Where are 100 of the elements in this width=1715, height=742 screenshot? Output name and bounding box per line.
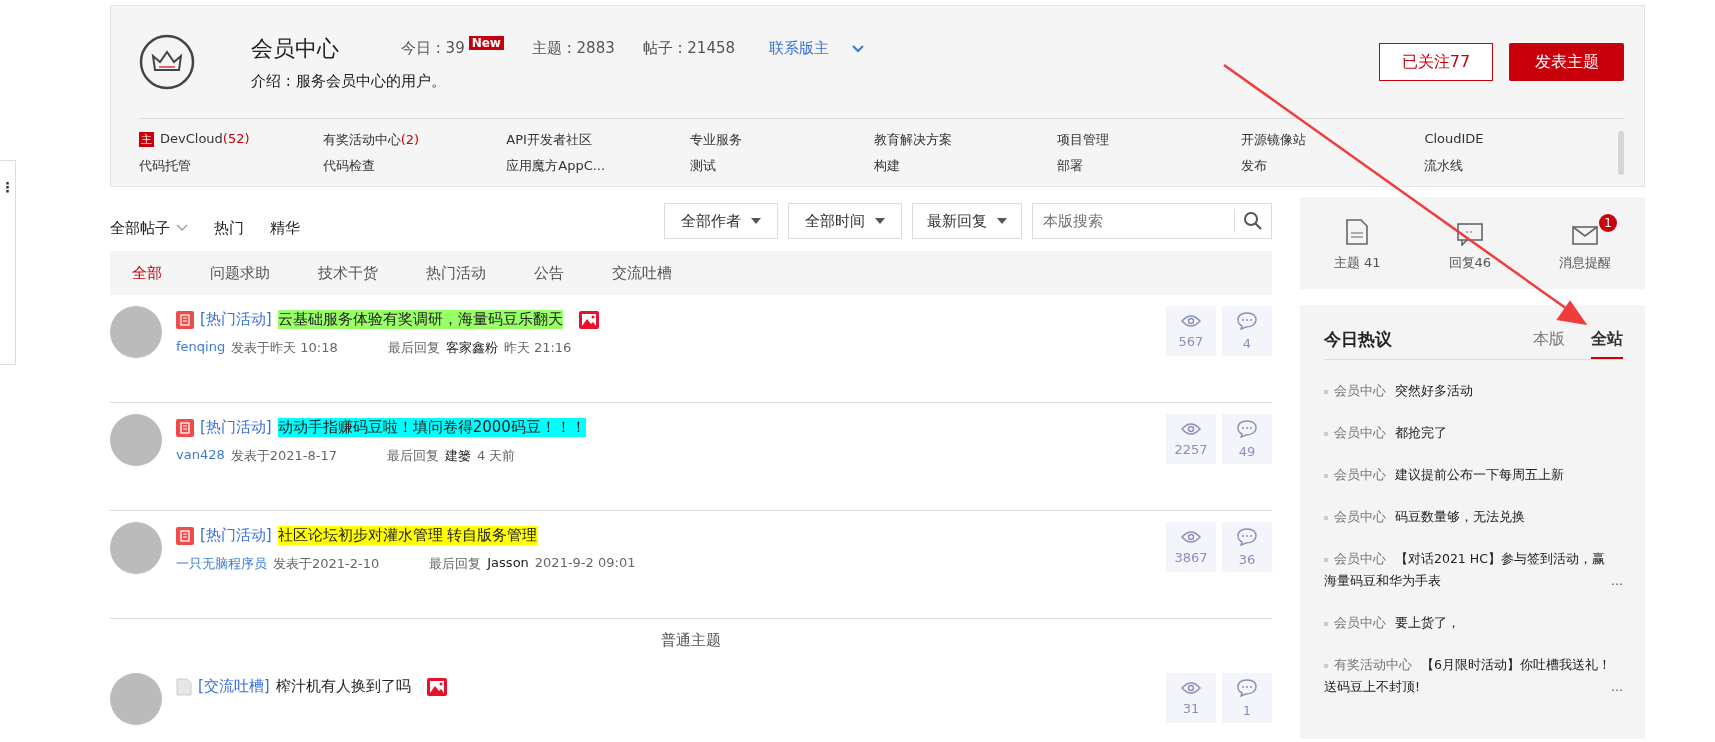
eye-icon	[1181, 529, 1201, 544]
subforum-link[interactable]: API开发者社区	[506, 131, 690, 149]
subforum-link[interactable]: 代码托管	[139, 157, 323, 175]
author-link[interactable]: fenqing	[176, 339, 226, 357]
avatar-placeholder[interactable]	[110, 522, 162, 574]
comment-icon	[1237, 419, 1257, 438]
subforum-link[interactable]: 专业服务	[689, 131, 874, 149]
category-tab[interactable]: 问题求助	[188, 263, 290, 283]
avatar-placeholder[interactable]	[110, 414, 162, 466]
filter-dropdown[interactable]: 全部作者	[664, 203, 778, 239]
user-stat-link[interactable]: 回复46	[1424, 214, 1516, 272]
filter-dropdown[interactable]: 最新回复	[912, 203, 1022, 239]
forum-stat: 帖子 : 21458	[642, 39, 736, 58]
last-reply-label: 最后回复	[387, 447, 439, 465]
subforum-link[interactable]: 代码检查	[322, 157, 507, 175]
follow-button[interactable]: 已关注77	[1379, 43, 1493, 81]
chevron-down-icon[interactable]	[176, 224, 188, 232]
subforum-link[interactable]: 发布	[1240, 157, 1425, 175]
last-reply-label: 最后回复	[429, 555, 482, 573]
subforum-link[interactable]: 有奖活动中心(2)	[322, 131, 507, 149]
eye-icon	[1181, 680, 1201, 695]
eye-icon	[1181, 313, 1201, 328]
reply-count-text: 49	[1238, 443, 1256, 459]
document-icon	[1345, 218, 1370, 246]
author-link[interactable]: van428	[176, 447, 225, 465]
last-reply-user: Jasson	[487, 555, 529, 572]
mail-icon	[1571, 224, 1600, 246]
hot-topic-link[interactable]: 会员中心 码豆数量够，无法兑换	[1324, 506, 1623, 528]
hot-topic-link[interactable]: 会员中心 突然好多活动	[1324, 380, 1623, 402]
pinned-icon	[176, 310, 194, 329]
hot-topic-link[interactable]: 会员中心 【对话2021 HC】参与签到活动，赢海量码豆和华为手表 ...	[1324, 548, 1623, 592]
post-tag-link[interactable]: [热门活动]	[200, 310, 272, 329]
category-tab[interactable]: 技术干货	[296, 263, 398, 283]
reply-count-text: 36	[1238, 551, 1256, 567]
view-filter-link[interactable]: 精华	[270, 218, 300, 238]
subforum-link[interactable]: 构建	[873, 157, 1058, 175]
post-date: 发表于2021-8-17	[230, 447, 337, 465]
chevron-down-icon[interactable]	[851, 43, 866, 54]
contact-moderator-link[interactable]: 联系版主	[769, 39, 830, 58]
subforum-link[interactable]: 项目管理	[1057, 131, 1241, 149]
subforum-link[interactable]: 流水线	[1424, 157, 1608, 175]
search-field[interactable]: 本版搜索	[1032, 203, 1272, 239]
user-stat-link[interactable]: 1 消息提醒	[1535, 214, 1636, 272]
view-filter-link[interactable]: 全部帖子	[110, 218, 188, 238]
post-title-link[interactable]: 榨汁机有人换到了吗	[275, 677, 411, 696]
scrollbar[interactable]	[1618, 131, 1624, 175]
chat-icon	[1455, 222, 1484, 246]
last-reply-time: 昨天 21:16	[503, 339, 572, 357]
last-reply-user: 建篓	[445, 447, 471, 465]
last-reply-user: 客家鑫粉	[445, 339, 498, 357]
hot-tab[interactable]: 本版	[1533, 319, 1565, 359]
post-title-link[interactable]: 社区论坛初步对灌水管理 转自版务管理	[277, 526, 538, 545]
category-tab[interactable]: 交流吐槽	[590, 263, 692, 283]
user-stat-link[interactable]: 主题 41	[1309, 214, 1405, 272]
hot-tab[interactable]: 全站	[1591, 319, 1623, 359]
forum-name: 会员中心	[251, 34, 339, 63]
hot-topic-link[interactable]: 会员中心 要上货了，	[1324, 612, 1623, 634]
search-icon[interactable]	[1243, 211, 1263, 231]
subforum-link[interactable]: 主 DevCloud(52)	[139, 131, 323, 149]
subforum-link[interactable]: 应用魔方AppC...	[506, 157, 690, 175]
post-tag-link[interactable]: [热门活动]	[200, 418, 272, 437]
subforum-link[interactable]: CloudIDE	[1424, 131, 1608, 149]
view-filter-link[interactable]: 热门	[214, 218, 244, 238]
forum-stat: 今日 : 39	[401, 39, 465, 58]
comment-icon	[1237, 527, 1257, 546]
avatar-placeholder[interactable]	[110, 673, 162, 725]
subforum-link[interactable]: 测试	[689, 157, 874, 175]
pinned-icon	[176, 526, 194, 545]
filter-dropdown[interactable]: 全部时间	[788, 203, 902, 239]
hot-topic-link[interactable]: 会员中心 建议提前公布一下每周五上新	[1324, 464, 1623, 486]
post-title-link[interactable]: 云基础服务体验有奖调研，海量码豆乐翻天	[277, 310, 563, 329]
subforum-link[interactable]: 教育解决方案	[873, 131, 1058, 149]
reply-count-text: 4	[1242, 335, 1252, 351]
author-link[interactable]: 一只无脑程序员	[176, 555, 267, 573]
category-tab[interactable]: 全部	[110, 263, 182, 283]
reply-count-text: 1	[1242, 702, 1252, 718]
subforum-link[interactable]: 部署	[1057, 157, 1241, 175]
new-topic-button[interactable]: 发表主题	[1509, 43, 1624, 81]
side-tab[interactable]: ⋮	[0, 160, 16, 365]
category-tab[interactable]: 热门活动	[404, 263, 506, 283]
view-count-text: 2257	[1174, 441, 1208, 457]
panel-title: 今日热议	[1324, 327, 1393, 351]
post-tag-link[interactable]: [交流吐槽]	[198, 677, 270, 696]
hot-topic-link[interactable]: 有奖活动中心 【6月限时活动】你吐槽我送礼！送码豆上不封顶! ...	[1324, 654, 1623, 698]
pinned-icon	[176, 418, 194, 437]
view-count-text: 31	[1182, 700, 1200, 716]
eye-icon	[1181, 421, 1201, 436]
comment-icon	[1237, 678, 1257, 697]
category-tab[interactable]: 公告	[512, 263, 584, 283]
document-icon	[176, 677, 192, 696]
subforum-link[interactable]: 开源镜像站	[1240, 131, 1425, 149]
last-reply-time: 2021-9-2 09:01	[534, 555, 636, 572]
post-title-link[interactable]: 动动手指赚码豆啦！填问卷得2000码豆！！！	[277, 418, 586, 437]
view-count-text: 3867	[1174, 549, 1208, 565]
hot-topic-link[interactable]: 会员中心 都抢完了	[1324, 422, 1623, 444]
avatar-placeholder[interactable]	[110, 306, 162, 358]
post-tag-link[interactable]: [热门活动]	[200, 526, 272, 545]
post-date: 发表于2021-2-10	[273, 555, 380, 573]
view-count-text: 567	[1178, 333, 1204, 349]
post-date: 发表于昨天 10:18	[231, 339, 338, 357]
